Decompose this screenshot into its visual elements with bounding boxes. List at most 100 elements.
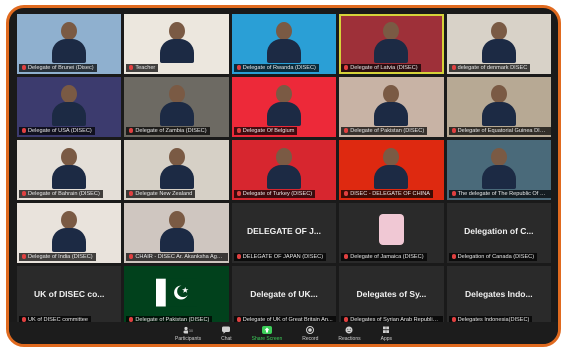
participant-tile[interactable]: Delegation of C... Delegation of Canada (… <box>446 203 551 263</box>
participant-name-label: Delegate Of Belgium <box>233 127 298 135</box>
participant-name-text: Delegate of Brunei (Disec) <box>28 65 94 71</box>
participant-video <box>52 148 87 189</box>
mic-muted-icon <box>344 254 349 260</box>
mic-muted-icon <box>451 128 456 134</box>
share-screen-button[interactable]: Share Screen <box>252 326 282 344</box>
video-grid: Delegate of Brunei (Disec) Teacher Delegat… <box>17 14 551 326</box>
participant-tile[interactable]: Delegate of UK... Delegate of UK of Great… <box>231 266 337 326</box>
chat-button[interactable]: Chat <box>221 326 232 344</box>
reactions-icon <box>344 326 354 334</box>
participant-tile[interactable]: Delegate of Rwanda (DISEC) <box>231 14 337 74</box>
participant-tile[interactable]: Delegate of Pakistan (DISEC) <box>339 77 444 137</box>
participant-name-text: Delegate of Turkey (DISEC) <box>242 191 313 197</box>
pakistan-flag-icon <box>155 271 198 314</box>
participant-name-label: DISEC - DELEGATE OF CHINA <box>341 190 433 198</box>
participant-name-label: Delegate of India (DISEC) <box>19 253 96 261</box>
mic-muted-icon <box>22 191 26 197</box>
participant-tile[interactable]: Delegate of Jamaica (DISEC) <box>339 203 444 263</box>
mic-muted-icon <box>451 254 456 260</box>
mic-muted-icon <box>129 65 134 71</box>
mic-muted-icon <box>129 191 134 197</box>
participant-name-label: The delegate of The Republic Of B... <box>448 190 551 198</box>
participant-tile[interactable]: delegate of denmark DISEC <box>446 14 551 74</box>
record-button[interactable]: Record <box>302 326 318 344</box>
participant-tile[interactable]: DELEGATE OF J... DELEGATE OF JAPAN (DISEC… <box>231 203 337 263</box>
mic-muted-icon <box>236 65 241 71</box>
record-icon <box>305 326 315 334</box>
mic-muted-icon <box>129 254 134 260</box>
participant-name-text: Delegate of Latvia (DISEC) <box>350 65 418 71</box>
meeting-toolbar: 30 Participants Chat Share Screen Record <box>9 322 558 344</box>
participant-display-name: DELEGATE OF J... <box>246 225 321 236</box>
participant-tile[interactable]: DISEC - DELEGATE OF CHINA <box>339 140 444 200</box>
participant-name-label: Delegate of Turkey (DISEC) <box>233 190 316 198</box>
participant-name-label: DELEGATE OF JAPAN (DISEC) <box>233 253 327 261</box>
participant-name-text: Delegate New Zealand <box>135 191 193 197</box>
participant-video <box>52 85 87 126</box>
participants-count: 30 <box>188 327 194 333</box>
participant-tile[interactable]: Delegate of Turkey (DISEC) <box>231 140 337 200</box>
participant-name-label: Delegate of Rwanda (DISEC) <box>233 64 319 72</box>
participant-name-label: Delegate of Jamaica (DISEC) <box>341 253 427 261</box>
participant-tile[interactable]: Delegate of Equatorial Guinea DIS... <box>446 77 551 137</box>
participants-button[interactable]: 30 Participants <box>175 326 201 344</box>
participant-name-label: Teacher <box>126 64 159 72</box>
mic-muted-icon <box>22 65 26 71</box>
chat-icon <box>221 326 231 334</box>
zoom-window: Delegate of Brunei (Disec) Teacher Delegat… <box>6 5 561 347</box>
participant-video <box>481 85 516 126</box>
participant-video <box>159 22 194 63</box>
participant-tile[interactable]: Delegates of Sy... Delegates of Syrian Ar… <box>339 266 444 326</box>
participant-tile[interactable]: CHAIR - DISEC Ar. Akanksha Agarw... <box>124 203 229 263</box>
participant-video <box>159 211 194 252</box>
participant-tile[interactable]: Teacher <box>124 14 229 74</box>
participant-name-text: Delegation of Canada (DISEC) <box>457 254 535 260</box>
participant-tile[interactable]: UK of DISEC co... UK of DISEC committee <box>17 266 122 326</box>
participant-video <box>481 22 516 63</box>
participant-display-name: Delegation of C... <box>464 225 534 236</box>
participant-name-text: Delegate of Bahrain (DISEC) <box>28 191 100 197</box>
apps-label: Apps <box>380 336 393 342</box>
participant-name-text: DELEGATE OF JAPAN (DISEC) <box>242 254 324 260</box>
participant-name-label: Delegation of Canada (DISEC) <box>448 253 538 261</box>
participant-name-label: Delegate of Bahrain (DISEC) <box>19 190 103 198</box>
mic-muted-icon <box>129 128 134 134</box>
participant-tile[interactable]: Delegate of Bahrain (DISEC) <box>17 140 122 200</box>
participant-video <box>266 148 301 189</box>
participant-name-label: Delegate of Brunei (Disec) <box>19 64 97 72</box>
participants-icon: 30 <box>183 326 193 334</box>
reactions-button[interactable]: Reactions <box>338 326 361 344</box>
participant-tile[interactable]: Delegate of India (DISEC) <box>17 203 122 263</box>
participant-tile[interactable]: Delegate of Pakistan (DISEC) <box>124 266 229 326</box>
participant-video <box>374 85 409 126</box>
reactions-label: Reactions <box>338 336 361 342</box>
participant-name-text: Delegate of USA (DISEC) <box>28 128 92 134</box>
participant-display-name: Delegate of UK... <box>250 288 318 299</box>
apps-icon <box>381 326 391 334</box>
participant-video <box>159 85 194 126</box>
participant-name-text: Delegate of Jamaica (DISEC) <box>350 254 424 260</box>
participant-tile[interactable]: Delegate of Brunei (Disec) <box>17 14 122 74</box>
participant-tile[interactable]: Delegates Indo... Delegates Indonesia(DIS… <box>446 266 551 326</box>
participant-video <box>52 211 87 252</box>
participant-video <box>374 148 409 189</box>
participant-tile[interactable]: Delegate Of Belgium <box>231 77 337 137</box>
mic-muted-icon <box>344 128 349 134</box>
participant-tile[interactable]: Delegate New Zealand <box>124 140 229 200</box>
participant-name-label: CHAIR - DISEC Ar. Akanksha Agarw... <box>126 253 229 261</box>
record-label: Record <box>302 336 319 342</box>
participant-name-label: Delegate of Pakistan (DISEC) <box>341 127 428 135</box>
participant-tile[interactable]: The delegate of The Republic Of B... <box>446 140 551 200</box>
participant-display-name: UK of DISEC co... <box>34 288 105 299</box>
participant-name-label: Delegate New Zealand <box>126 190 196 198</box>
apps-button[interactable]: Apps <box>381 326 392 344</box>
participant-video <box>266 22 301 63</box>
participant-name-text: Delegate of Zambia (DISEC) <box>135 128 207 134</box>
participant-name-text: delegate of denmark DISEC <box>457 65 528 71</box>
participant-video <box>159 148 194 189</box>
participant-video <box>374 22 409 63</box>
participant-tile[interactable]: Delegate of USA (DISEC) <box>17 77 122 137</box>
participant-tile[interactable]: Delegate of Latvia (DISEC) <box>339 14 444 74</box>
participant-name-text: The delegate of The Republic Of B... <box>457 191 549 197</box>
participant-tile[interactable]: Delegate of Zambia (DISEC) <box>124 77 229 137</box>
